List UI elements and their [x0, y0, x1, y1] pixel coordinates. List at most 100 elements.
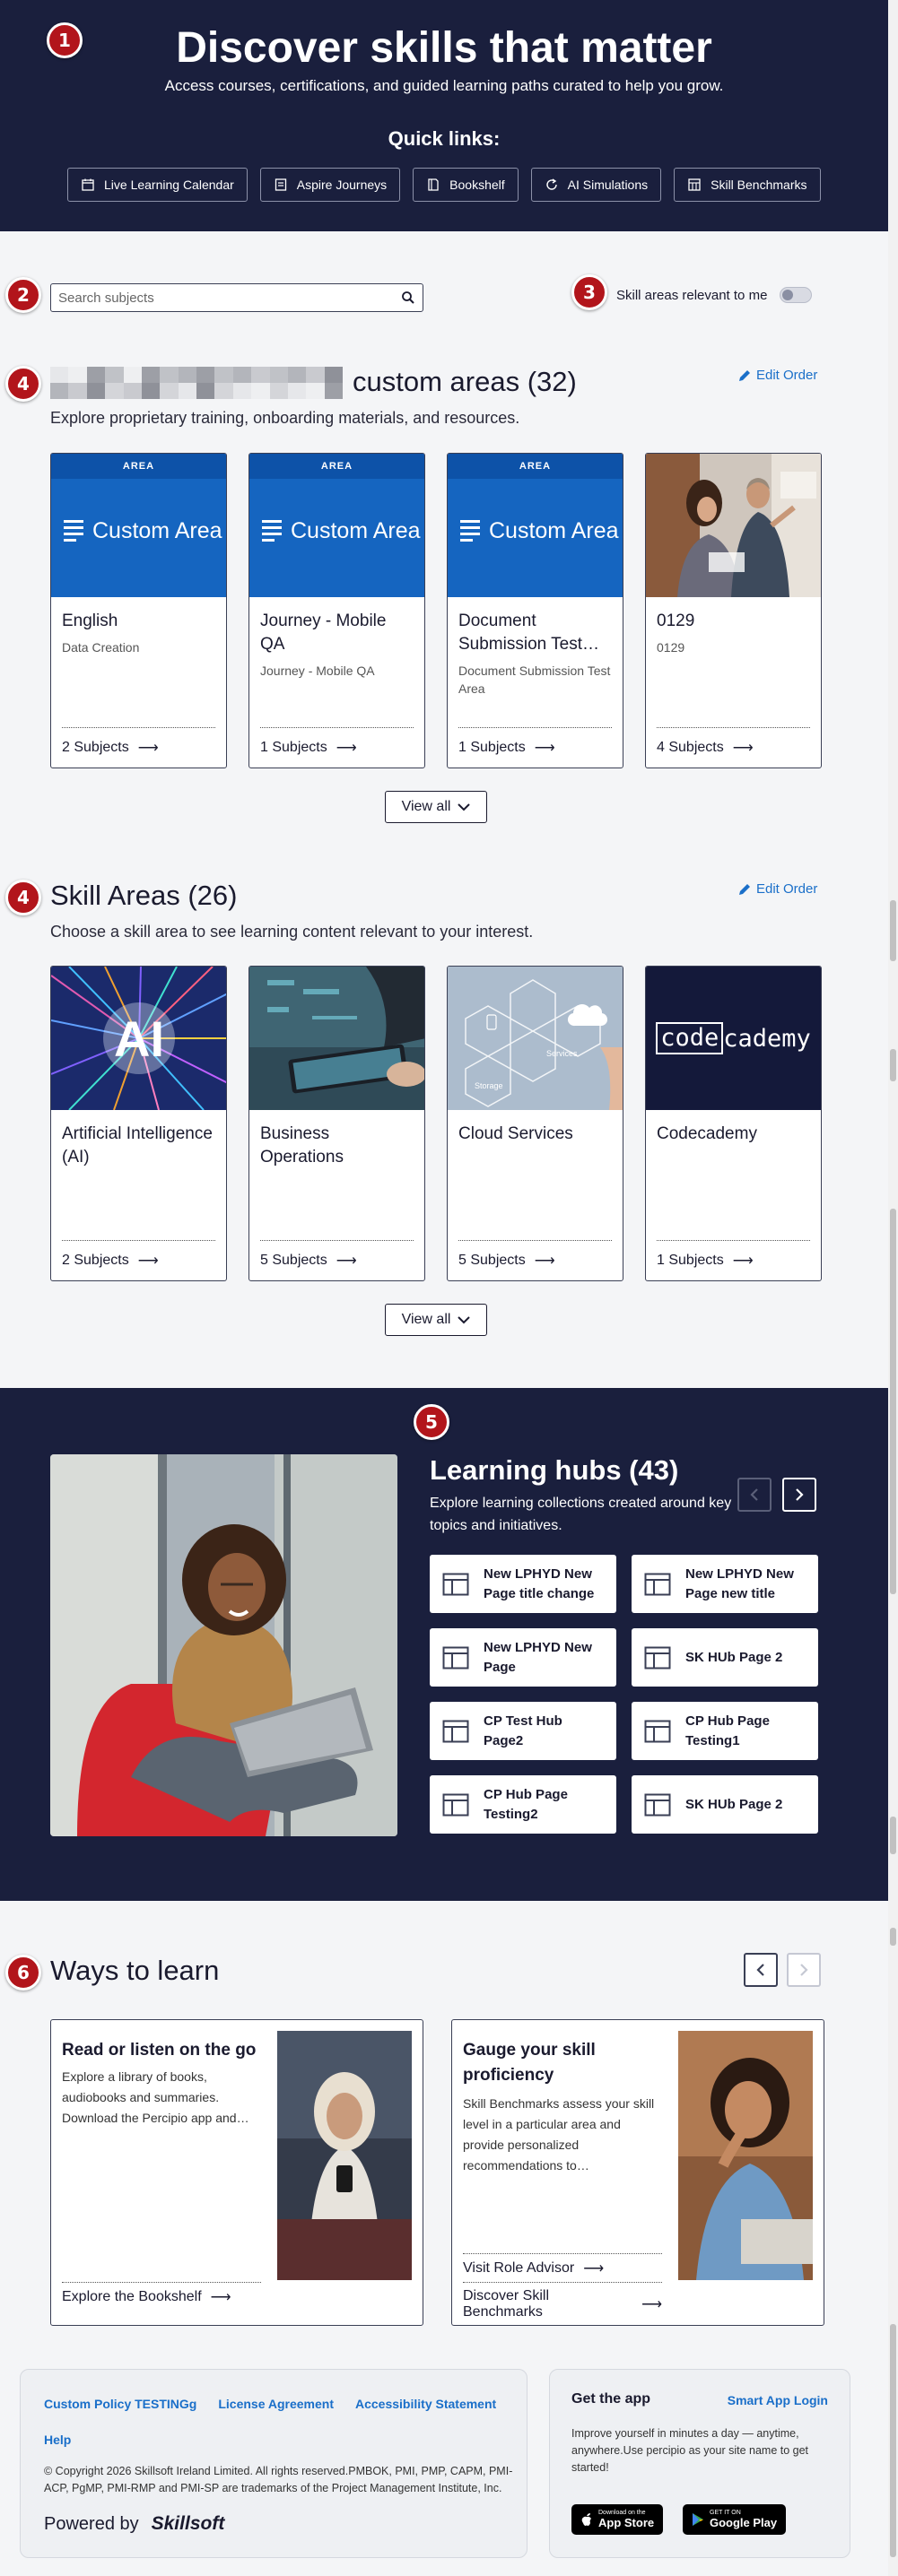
copyright-text: © Copyright 2026 Skillsoft Ireland Limit…	[44, 2465, 513, 2494]
hub-item[interactable]: SK HUb Page 2	[632, 1628, 818, 1687]
apple-icon	[581, 2513, 591, 2526]
arrow-right-icon: ⟶	[336, 1253, 357, 1269]
custom-area-card[interactable]: AREA Custom Area Journey - Mobile QA Jour…	[248, 453, 425, 768]
list-icon	[460, 516, 480, 545]
search-icon[interactable]	[401, 291, 415, 305]
get-app-title: Get the app	[571, 2391, 651, 2407]
footer-link-license-agreement[interactable]: License Agreement	[218, 2397, 334, 2411]
app-store-badge[interactable]: Download on the App Store	[571, 2504, 664, 2535]
redaction-cell	[287, 367, 307, 383]
scrollbar-thumb[interactable]	[890, 1817, 896, 1854]
area-strip: AREA	[448, 454, 623, 479]
footer-link-custom-policy[interactable]: Custom Policy TESTINGg	[44, 2397, 196, 2411]
codecademy-logo: code cademy	[646, 967, 821, 1110]
custom-area-card[interactable]: AREA Custom Area Document Submission Tes…	[447, 453, 623, 768]
hub-item[interactable]: SK HUb Page 2	[632, 1775, 818, 1834]
hub-item-label: CP Hub Page Testing2	[484, 1786, 568, 1822]
subjects-count: 2 Subjects	[62, 740, 129, 755]
hub-item[interactable]: CP Test Hub Page2	[430, 1702, 616, 1760]
scrollbar-thumb[interactable]	[890, 2324, 896, 2557]
quick-link-bookshelf[interactable]: Bookshelf	[413, 168, 519, 202]
card-subtitle: 0129	[657, 640, 685, 655]
ways-prev-button[interactable]	[744, 1953, 778, 1987]
footer-link-help[interactable]: Help	[44, 2433, 71, 2447]
arrow-right-icon: ⟶	[583, 2261, 605, 2277]
explore-bookshelf-link[interactable]: Explore the Bookshelf ⟶	[62, 2282, 261, 2306]
redaction-cell	[68, 367, 87, 383]
hub-item[interactable]: New LPHYD New Page	[430, 1628, 616, 1687]
page: Discover skills that matter Access cours…	[0, 0, 888, 2576]
page-layout-icon	[644, 1573, 671, 1595]
list-icon	[64, 516, 83, 545]
play-icon	[693, 2513, 703, 2526]
arrow-right-icon: ⟶	[336, 741, 357, 756]
card-footer: 1 Subjects ⟶	[260, 727, 414, 757]
skill-areas-edit-order-link[interactable]: Edit Order	[738, 881, 817, 897]
arrow-right-icon: ⟶	[137, 741, 159, 756]
visit-role-advisor-link[interactable]: Visit Role Advisor ⟶	[463, 2253, 662, 2277]
custom-areas-edit-order-link[interactable]: Edit Order	[738, 368, 817, 383]
redaction-cell	[50, 367, 69, 383]
skill-area-card[interactable]: Services Storage Cloud Services 5 Subjec…	[447, 966, 623, 1281]
search-input[interactable]	[58, 290, 401, 306]
footer-legal: Custom Policy TESTINGg License Agreement…	[20, 2369, 527, 2558]
quick-link-ai-simulations[interactable]: AI Simulations	[530, 168, 662, 202]
skill-area-card[interactable]: code cademy Codecademy 1 Subjects ⟶	[645, 966, 822, 1281]
custom-area-image-label: Custom Area	[262, 516, 421, 545]
scrollbar-thumb[interactable]	[890, 1928, 896, 1946]
redaction-cell	[105, 367, 124, 383]
benchmark-icon	[688, 178, 701, 191]
footer-link-accessibility[interactable]: Accessibility Statement	[355, 2397, 496, 2411]
scrollbar-thumb[interactable]	[890, 1049, 896, 1081]
hub-item[interactable]: CP Hub Page Testing1	[632, 1702, 818, 1760]
custom-area-card[interactable]: AREA Custom Area English Data Creation 2 …	[50, 453, 227, 768]
skill-areas-view-all-button[interactable]: View all	[385, 1304, 487, 1336]
reading-woman-photo	[277, 2031, 412, 2280]
hub-item[interactable]: New LPHYD New Page title change	[430, 1555, 616, 1613]
card-subtitle: Document Submission Test Area	[458, 664, 611, 696]
redaction-cell	[306, 383, 325, 399]
redaction-cell	[251, 367, 270, 383]
smart-app-login-link[interactable]: Smart App Login	[728, 2393, 828, 2407]
scrollbar-thumb[interactable]	[890, 900, 896, 961]
quick-link-live-learning-calendar[interactable]: Live Learning Calendar	[67, 168, 248, 202]
learning-hubs-title: Learning hubs (43)	[430, 1454, 679, 1486]
hubs-prev-button[interactable]	[737, 1478, 772, 1512]
footer-get-app: Get the app Smart App Login Improve your…	[549, 2369, 850, 2558]
page-layout-icon	[442, 1646, 469, 1669]
hub-item-label: SK HUb Page 2	[685, 1649, 783, 1665]
quick-link-skill-benchmarks[interactable]: Skill Benchmarks	[674, 168, 821, 202]
hub-item[interactable]: New LPHYD New Page new title	[632, 1555, 818, 1613]
skill-area-card[interactable]: AI Artificial Intelligence (AI) 2 Subjec…	[50, 966, 227, 1281]
relevant-toggle-switch[interactable]	[780, 287, 813, 303]
relevant-toggle-row: Skill areas relevant to me	[616, 287, 813, 303]
area-image-text: Custom Area	[92, 517, 222, 543]
card-footer: 5 Subjects ⟶	[260, 1240, 414, 1270]
google-play-badge[interactable]: GET IT ON Google Play	[683, 2504, 787, 2535]
skill-area-card[interactable]: Business Operations 5 Subjects ⟶	[248, 966, 425, 1281]
area-strip: AREA	[249, 454, 424, 479]
link-label: Discover Skill Benchmarks	[463, 2288, 550, 2320]
hub-item[interactable]: CP Hub Page Testing2	[430, 1775, 616, 1834]
custom-area-card[interactable]: 0129 0129 4 Subjects ⟶	[645, 453, 822, 768]
scrollbar-thumb[interactable]	[890, 1209, 896, 1594]
hubs-next-button[interactable]	[782, 1478, 816, 1512]
card-title: Business Operations	[260, 1124, 344, 1167]
subjects-count: 2 Subjects	[62, 1253, 129, 1268]
arrow-right-icon: ⟶	[534, 741, 555, 756]
discover-skill-benchmarks-link[interactable]: Discover Skill Benchmarks ⟶	[463, 2282, 662, 2320]
redaction-cell	[232, 367, 252, 383]
hero-subtitle: Access courses, certifications, and guid…	[164, 77, 724, 94]
quick-link-aspire-journeys[interactable]: Aspire Journeys	[259, 168, 401, 202]
hub-photo	[50, 1454, 397, 1836]
scrollbar[interactable]	[888, 0, 898, 2576]
ways-next-button[interactable]	[787, 1953, 821, 1987]
quick-links-title: Quick links:	[388, 127, 501, 150]
list-icon	[262, 516, 282, 545]
custom-areas-title: custom areas (32)	[353, 366, 577, 397]
custom-areas-view-all-button[interactable]: View all	[385, 791, 487, 823]
quick-links: Live Learning Calendar Aspire Journeys B…	[67, 168, 821, 202]
redaction-cell	[306, 367, 325, 383]
view-all-label: View all	[401, 1312, 451, 1327]
page-layout-icon	[442, 1573, 469, 1595]
